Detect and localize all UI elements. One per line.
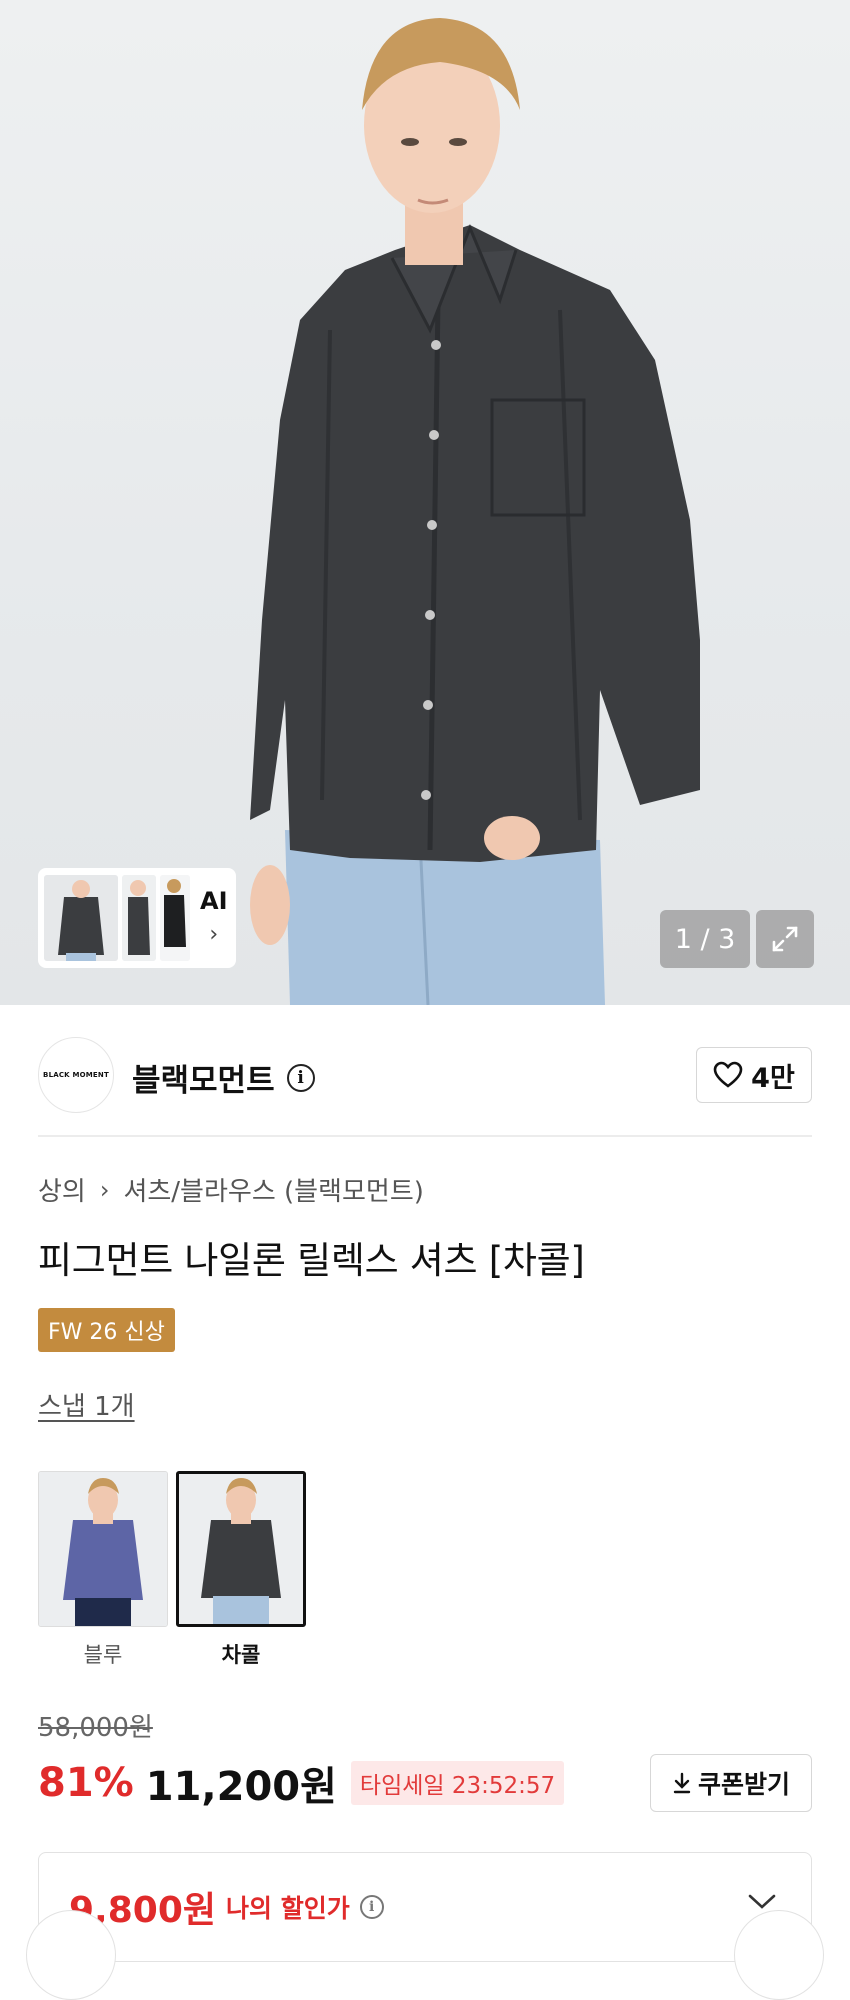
brand-name: 블랙모먼트: [132, 1063, 275, 1099]
color-option-blue[interactable]: 블루: [38, 1471, 168, 1669]
my-price-panel[interactable]: 9,800원 나의 할인가 i: [38, 1852, 812, 1962]
product-image-gallery[interactable]: AI › 1 / 3: [0, 0, 850, 1005]
new-season-badge: FW 26 신상: [38, 1308, 175, 1352]
product-title: 피그먼트 나일론 릴렉스 셔츠 [차콜]: [38, 1239, 585, 1282]
thumbnail-side[interactable]: [122, 875, 156, 961]
info-icon[interactable]: i: [359, 1895, 384, 1919]
ai-label: AI: [200, 887, 228, 915]
coupon-label: 쿠폰받기: [697, 1770, 790, 1799]
original-price: 58,000원: [38, 1713, 153, 1743]
product-info: 상의 › 셔츠/블라우스 (블랙모먼트) 피그먼트 나일론 릴렉스 셔츠 [차콜…: [0, 1171, 850, 1962]
thumbnail-back[interactable]: [160, 875, 190, 961]
brand-logo-text: BLACK MOMENT: [43, 1071, 109, 1079]
color-thumbnail-charcoal: [176, 1471, 306, 1627]
coupon-button[interactable]: 쿠폰받기: [650, 1754, 812, 1812]
chevron-right-icon: ›: [99, 1175, 110, 1204]
ai-button[interactable]: AI ›: [200, 884, 228, 952]
product-main-image: [250, 18, 700, 1005]
expand-button[interactable]: [756, 910, 814, 968]
breadcrumb-subcategory[interactable]: 셔츠/블라우스 (블랙모먼트): [123, 1171, 423, 1208]
scroll-left-button[interactable]: [26, 1910, 116, 2000]
color-label-charcoal: 차콜: [221, 1643, 261, 1667]
ai-thumbnail-strip[interactable]: AI ›: [38, 868, 236, 968]
color-option-charcoal[interactable]: 차콜: [176, 1471, 306, 1669]
timesale-badge: 타임세일 23:52:57: [350, 1761, 565, 1805]
image-counter: 1 / 3: [660, 910, 750, 968]
brand-link[interactable]: 블랙모먼트 i: [132, 1055, 315, 1100]
download-icon: [673, 1772, 691, 1794]
snap-link[interactable]: 스냅 1개: [38, 1386, 135, 1423]
color-thumbnail-blue: [38, 1471, 168, 1627]
thumbnail-front[interactable]: [44, 875, 118, 961]
heart-icon: [713, 1061, 743, 1088]
discount-rate: 81%: [38, 1760, 134, 1806]
chevron-right-icon: ›: [209, 922, 219, 947]
like-button[interactable]: 4만: [696, 1047, 812, 1103]
color-label-blue: 블루: [83, 1643, 123, 1667]
price-row: 81% 11,200원 타임세일 23:52:57 쿠폰받기: [38, 1752, 812, 1814]
info-icon[interactable]: i: [286, 1063, 315, 1092]
breadcrumb: 상의 › 셔츠/블라우스 (블랙모먼트): [38, 1171, 812, 1208]
sale-price: 11,200원: [145, 1764, 337, 1810]
expand-icon: [772, 926, 798, 952]
brand-row: BLACK MOMENT 블랙모먼트 i 4만: [38, 1005, 812, 1137]
color-options: 블루 차콜: [38, 1471, 812, 1669]
scroll-right-button[interactable]: [734, 1910, 824, 2000]
brand-logo[interactable]: BLACK MOMENT: [38, 1037, 114, 1113]
breadcrumb-category[interactable]: 상의: [38, 1171, 86, 1208]
chevron-down-icon: [748, 1894, 776, 1909]
my-price-label: 나의 할인가: [226, 1894, 350, 1923]
like-count: 4만: [751, 1062, 795, 1094]
